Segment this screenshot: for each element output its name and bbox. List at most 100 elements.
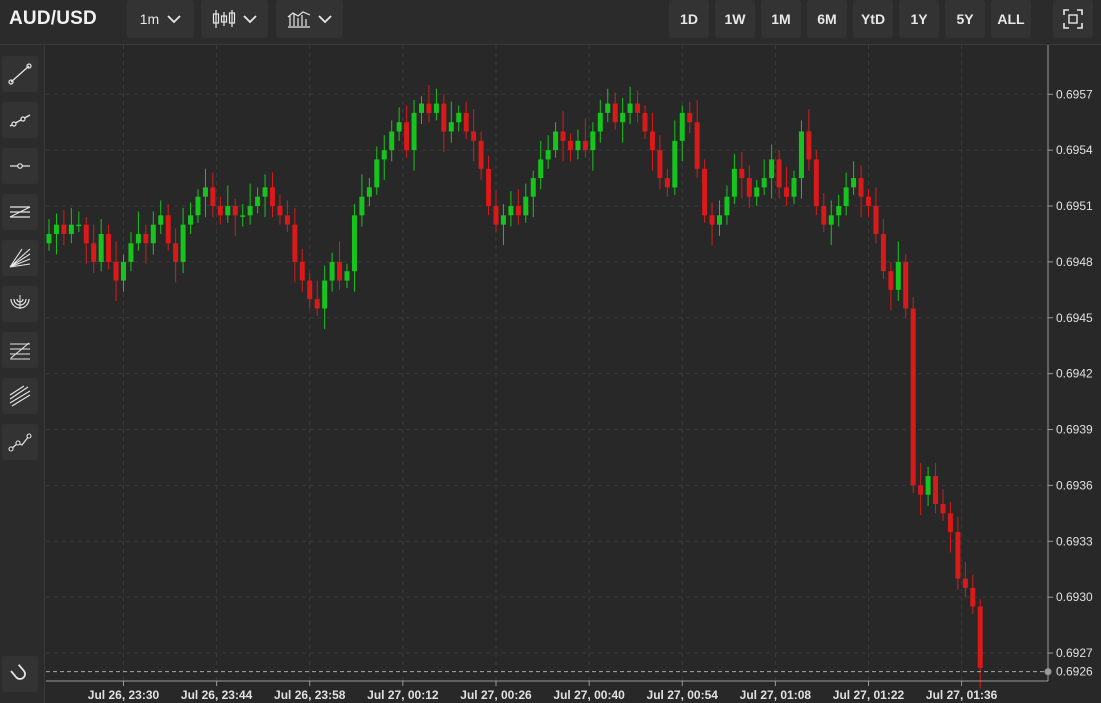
- range-ytd-button[interactable]: YtD: [853, 0, 893, 38]
- candle-body: [419, 103, 424, 113]
- candle-body: [158, 215, 164, 225]
- fullscreen-button[interactable]: [1053, 0, 1093, 38]
- magnet-tool[interactable]: [2, 656, 38, 692]
- range-1y-button[interactable]: 1Y: [899, 0, 939, 38]
- candle-body: [337, 261, 343, 281]
- candle-body: [195, 196, 201, 216]
- candlestick-icon: [212, 10, 236, 28]
- price-chart[interactable]: 0.6957 0.6954 0.6951 0.6948 0.6945 0.6942 0.69…: [46, 45, 1101, 703]
- candle-body: [314, 299, 320, 309]
- candle-body: [702, 168, 708, 216]
- candle-body: [858, 178, 864, 197]
- candle-body: [46, 233, 52, 244]
- interval-dropdown[interactable]: 1m: [127, 0, 194, 38]
- candle-body: [202, 187, 208, 197]
- chart-type-dropdown[interactable]: [201, 0, 268, 38]
- time-axis: Jul 26, 23:30 Jul 26, 23:44 Jul 26, 23:58 J…: [46, 680, 1048, 702]
- indicators-dropdown[interactable]: [276, 0, 343, 38]
- candle-body: [754, 187, 760, 197]
- candle-body: [292, 224, 298, 262]
- ray-line-tool[interactable]: [2, 102, 38, 138]
- candle-body: [91, 243, 97, 262]
- y-tick-label: 0.6945: [1056, 311, 1093, 325]
- candle-body: [433, 103, 439, 113]
- candle-body: [582, 140, 588, 151]
- candle-body: [568, 140, 573, 151]
- parallel-channel-tool[interactable]: [2, 194, 38, 230]
- trend-line-tool[interactable]: [2, 56, 38, 92]
- candle-body: [970, 587, 976, 607]
- range-1w-button[interactable]: 1W: [715, 0, 755, 38]
- indicators-icon: [287, 11, 311, 28]
- ray-line-icon: [9, 114, 31, 127]
- candle-body: [776, 159, 782, 188]
- x-tick-label: Jul 26, 23:58: [274, 688, 346, 702]
- fibonacci-tool[interactable]: [2, 332, 38, 368]
- candle-body: [687, 112, 693, 123]
- pitchfork-tool[interactable]: [2, 378, 38, 414]
- y-tick-label: 0.6942: [1056, 367, 1093, 381]
- candle-body: [188, 215, 194, 225]
- candle-body: [404, 122, 410, 151]
- y-tick-label: 0.6954: [1056, 143, 1093, 157]
- candle-body: [463, 112, 469, 132]
- horizontal-line-icon: [10, 163, 30, 169]
- fan-tool[interactable]: [2, 240, 38, 276]
- y-tick-label: 0.6948: [1056, 255, 1093, 269]
- candle-body: [918, 485, 924, 495]
- range-all-button[interactable]: ALL: [991, 0, 1031, 38]
- y-tick-label: 0.6936: [1056, 478, 1093, 492]
- candle-body: [106, 233, 112, 262]
- candle-body: [910, 308, 916, 486]
- candle-body: [277, 206, 283, 216]
- candle-body: [940, 504, 946, 514]
- chevron-down-icon: [243, 14, 257, 23]
- candle-body: [374, 159, 380, 188]
- candle-body: [590, 131, 596, 151]
- candle-body: [76, 224, 82, 227]
- last-price-marker: [1044, 668, 1052, 676]
- range-5y-button[interactable]: 5Y: [945, 0, 985, 38]
- candle-body: [798, 131, 804, 179]
- x-tick-label: Jul 27, 01:22: [833, 688, 905, 702]
- candle-body: [836, 206, 842, 216]
- candle-body: [53, 224, 59, 234]
- candle-body: [441, 103, 447, 132]
- chevron-down-icon: [167, 14, 181, 23]
- candle-body: [612, 103, 618, 123]
- y-tick-label: 0.6957: [1056, 87, 1093, 101]
- candle-body: [739, 168, 745, 179]
- candle-body: [925, 476, 931, 495]
- candle-body: [523, 196, 529, 216]
- candle-body: [389, 131, 395, 151]
- candle-body: [620, 112, 626, 123]
- horizontal-line-tool[interactable]: [2, 148, 38, 184]
- candle-body: [299, 261, 305, 281]
- path-tool[interactable]: [2, 424, 38, 460]
- range-6m-button[interactable]: 6M: [807, 0, 847, 38]
- candle-body: [649, 131, 655, 151]
- y-tick-label: 0.6951: [1056, 199, 1093, 213]
- candle-body: [947, 513, 953, 532]
- candle-body: [530, 178, 536, 197]
- candle-body: [545, 150, 551, 160]
- candle-body: [575, 140, 581, 151]
- candle-body: [731, 168, 737, 197]
- candle-body: [828, 215, 834, 225]
- range-1d-button[interactable]: 1D: [669, 0, 709, 38]
- candle-body: [113, 261, 119, 281]
- candle-body: [806, 131, 812, 160]
- candle-body: [456, 112, 462, 123]
- candle-body: [642, 112, 648, 132]
- candle-body: [873, 206, 879, 234]
- candle-body: [232, 206, 238, 216]
- range-1m-button[interactable]: 1M: [761, 0, 801, 38]
- candle-body: [709, 215, 715, 225]
- x-tick-label: Jul 27, 00:26: [460, 688, 532, 702]
- arc-tool[interactable]: [2, 286, 38, 322]
- candle-body: [493, 206, 499, 225]
- candle-body: [150, 224, 156, 244]
- candle-body: [247, 206, 253, 216]
- candle-body: [478, 140, 484, 169]
- x-tick-label: Jul 27, 00:40: [553, 688, 625, 702]
